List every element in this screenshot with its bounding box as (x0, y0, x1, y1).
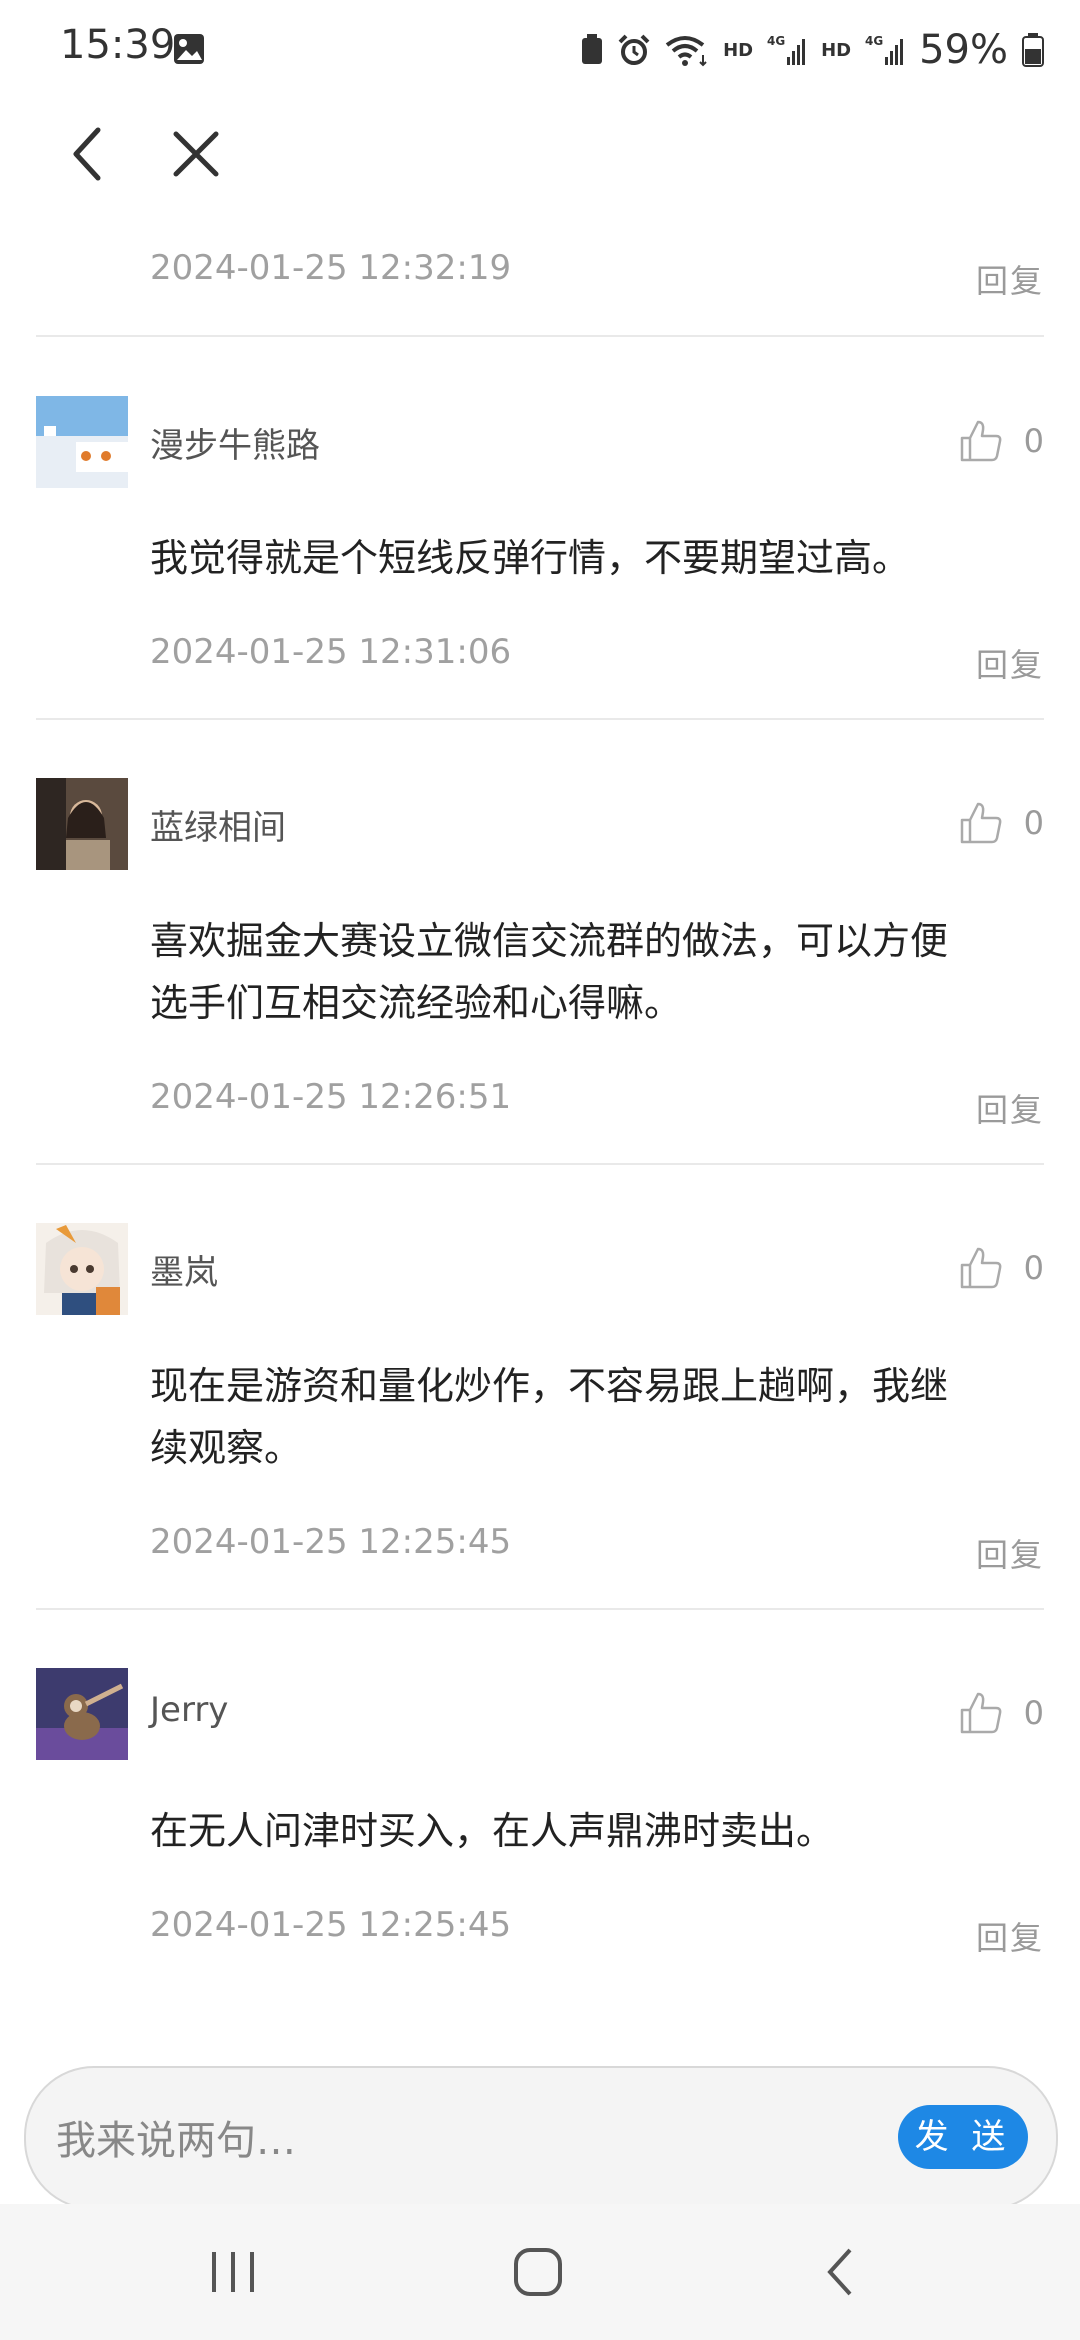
divider (36, 718, 1044, 720)
like-button[interactable]: 0 (958, 800, 1044, 846)
svg-text:4G: 4G (865, 34, 883, 48)
like-count: 0 (1023, 1694, 1044, 1732)
comment-input[interactable]: 我来说两句… (56, 2108, 296, 2166)
battery-icon (1022, 33, 1044, 67)
reply-button[interactable]: 回复 (976, 1085, 1044, 1131)
comment-line: 选手们互相交流经验和心得嘛。 (150, 981, 683, 1025)
signal-icon-1: 4G (767, 34, 806, 65)
gallery-notification-icon (174, 34, 204, 64)
comment-line: 我觉得就是个短线反弹行情，不要期望过高。 (150, 536, 911, 580)
thumbs-up-icon (960, 420, 1002, 462)
like-button[interactable]: 0 (958, 418, 1044, 464)
comment-line: 续观察。 (150, 1426, 303, 1470)
reply-button[interactable]: 回复 (976, 256, 1044, 302)
status-time: 15:39 (60, 22, 176, 68)
like-count: 0 (1023, 804, 1044, 842)
comment-timestamp: 2024-01-25 12:26:51 (150, 1077, 512, 1117)
comment-content: 我觉得就是个短线反弹行情，不要期望过高。 (150, 527, 1030, 589)
back-icon[interactable] (62, 118, 114, 190)
avatar[interactable] (36, 1668, 128, 1760)
avatar[interactable] (36, 1223, 128, 1315)
avatar[interactable] (36, 396, 128, 488)
like-count: 0 (1023, 1249, 1044, 1287)
reply-button[interactable]: 回复 (976, 1913, 1044, 1959)
avatar[interactable] (36, 778, 128, 870)
back-nav-icon[interactable] (820, 2244, 860, 2300)
wifi-icon (665, 36, 707, 67)
comment-timestamp: 2024-01-25 12:25:45 (150, 1522, 512, 1562)
battery-percent: 59% (919, 27, 1008, 73)
divider (36, 335, 1044, 337)
top-nav (0, 100, 1080, 210)
status-icons: HD 4G HD 4G 59% (581, 22, 1044, 78)
reply-button[interactable]: 回复 (976, 1530, 1044, 1576)
like-button[interactable]: 0 (958, 1245, 1044, 1291)
sim-icon (582, 34, 603, 64)
comment-content: 喜欢掘金大赛设立微信交流群的做法，可以方便 选手们互相交流经验和心得嘛。 (150, 910, 1030, 1034)
hd-label-2: HD (821, 39, 852, 61)
comment-username[interactable]: Jerry (150, 1690, 228, 1730)
thumbs-up-icon (960, 1247, 1002, 1289)
comment-content: 在无人问津时买入，在人声鼎沸时卖出。 (150, 1800, 1030, 1862)
comment-timestamp: 2024-01-25 12:31:06 (150, 632, 512, 672)
comment-content: 现在是游资和量化炒作，不容易跟上趟啊，我继 续观察。 (150, 1355, 1030, 1479)
home-icon[interactable] (510, 2244, 566, 2300)
reply-button[interactable]: 回复 (976, 640, 1044, 686)
alarm-icon (618, 34, 650, 65)
like-count: 0 (1023, 422, 1044, 460)
recent-apps-icon[interactable] (208, 2244, 258, 2300)
thumbs-up-icon (960, 802, 1002, 844)
comment-timestamp: 2024-01-25 12:25:45 (150, 1905, 512, 1945)
comment-username[interactable]: 蓝绿相间 (150, 800, 286, 849)
divider (36, 1608, 1044, 1610)
comment-input-bar[interactable]: 我来说两句… 发 送 (24, 2066, 1058, 2210)
hd-label-1: HD (723, 39, 754, 61)
svg-text:4G: 4G (767, 34, 785, 48)
send-button[interactable]: 发 送 (898, 2105, 1028, 2169)
comment-username[interactable]: 墨岚 (150, 1245, 218, 1294)
comment-username[interactable]: 漫步牛熊路 (150, 418, 320, 467)
thumbs-up-icon (960, 1692, 1002, 1734)
signal-icon-2: 4G (865, 34, 904, 65)
divider (36, 1163, 1044, 1165)
comment-line: 喜欢掘金大赛设立微信交流群的做法，可以方便 (150, 919, 949, 963)
system-nav-bar (0, 2204, 1080, 2340)
like-button[interactable]: 0 (958, 1690, 1044, 1736)
status-bar: 15:39 HD 4G HD 4G 59% (0, 0, 1080, 100)
close-icon[interactable] (166, 118, 226, 190)
comment-line: 现在是游资和量化炒作，不容易跟上趟啊，我继 (150, 1364, 949, 1408)
comment-line: 在无人问津时买入，在人声鼎沸时卖出。 (150, 1809, 835, 1853)
comment-timestamp: 2024-01-25 12:32:19 (150, 248, 512, 288)
